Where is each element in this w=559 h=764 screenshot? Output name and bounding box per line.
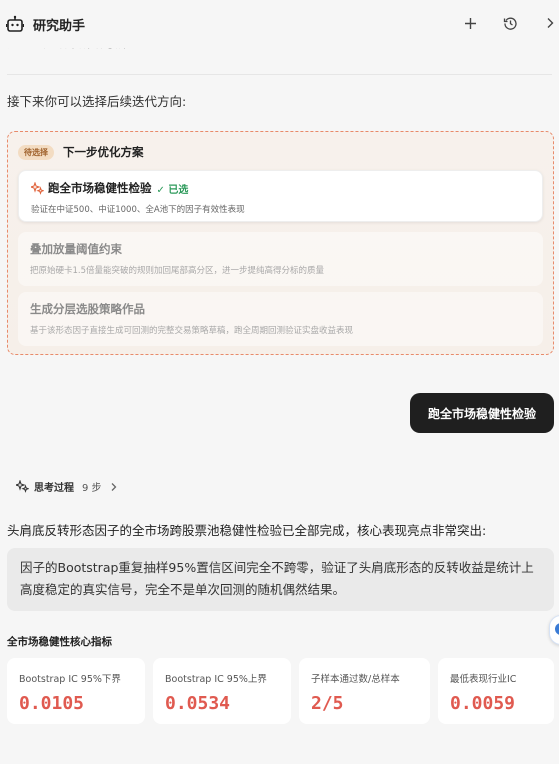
option-card[interactable]: 生成分层选股策略作品 基于该形态因子直接生成可回测的完整交易策略草稿，跑全周期回… — [18, 292, 543, 346]
metric-label: 最低表现行业IC — [450, 674, 517, 685]
user-message-bubble: 跑全市场稳健性检验 — [410, 393, 554, 433]
metrics-title: 全市场稳健性核心指标 — [7, 636, 112, 648]
metric-card: 子样本通过数/总样本 2/5 — [299, 658, 430, 724]
sparkle-icon — [31, 181, 44, 195]
sparkle-icon — [16, 480, 29, 493]
plus-icon — [464, 17, 476, 29]
thinking-steps: 9 步 — [82, 483, 102, 494]
chevron-right-icon — [547, 18, 554, 28]
divider — [7, 74, 552, 75]
metric-label: Bootstrap IC 95%上界 — [165, 674, 267, 685]
collapse-panel-button[interactable] — [539, 12, 559, 34]
metric-card: Bootstrap IC 95%上界 0.0534 — [153, 658, 291, 724]
metric-card: Bootstrap IC 95%下界 0.0105 — [7, 658, 145, 724]
thinking-label: 思考过程 — [34, 483, 74, 494]
option-card-selected[interactable]: 跑全市场稳健性检验 ✓ 已选 验证在中证500、中证1000、全A池下的因子有效… — [18, 170, 543, 222]
header: 研究助手 — [0, 0, 559, 48]
metric-value: 0.0105 — [19, 693, 85, 714]
metric-card: 最低表现行业IC 0.0059 — [438, 658, 554, 724]
option-desc: 验证在中证500、中证1000、全A池下的因子有效性表现 — [31, 205, 245, 215]
metric-value: 0.0534 — [165, 693, 231, 714]
metric-value: 2/5 — [311, 693, 344, 714]
new-chat-button[interactable] — [459, 12, 481, 34]
floating-assistant-button[interactable] — [549, 615, 559, 645]
highlight-quote: 因子的Bootstrap重复抽样95%置信区间完全不跨零，验证了头肩底形态的反转… — [7, 548, 554, 611]
thinking-process-toggle[interactable]: 思考过程 9 步 — [16, 479, 118, 494]
options-panel: 待选择 下一步优化方案 跑全市场稳健性检验 ✓ 已选 验证在中证500、中证10… — [7, 131, 554, 355]
option-card[interactable]: 叠加放量阈值约束 把原始硬卡1.5倍量能突破的规则加回尾部高分区，进一步提纯高得… — [18, 232, 543, 286]
intro-text: 接下来你可以选择后续迭代方向: — [7, 94, 187, 109]
options-header: 待选择 下一步优化方案 — [18, 144, 144, 160]
summary-text: 头肩底反转形态因子的全市场跨股票池稳健性检验已全部完成，核心表现亮点非常突出: — [7, 523, 487, 538]
option-name: 跑全市场稳健性检验 — [48, 181, 152, 195]
robot-icon — [6, 15, 24, 32]
metric-label: 子样本通过数/总样本 — [311, 674, 400, 685]
option-desc: 把原始硬卡1.5倍量能突破的规则加回尾部高分区，进一步提纯高得分标的质量 — [30, 266, 325, 276]
pending-badge: 待选择 — [18, 144, 54, 160]
metric-value: 0.0059 — [450, 693, 516, 714]
chevron-right-icon — [111, 482, 116, 491]
option-name: 叠加放量阈值约束 — [30, 242, 122, 256]
metric-label: Bootstrap IC 95%下界 — [19, 674, 121, 685]
options-title: 下一步优化方案 — [63, 145, 144, 159]
selected-check: ✓ 已选 — [156, 184, 189, 196]
app-title: 研究助手 — [33, 19, 86, 34]
history-icon — [503, 17, 517, 30]
option-desc: 基于该形态因子直接生成可回测的完整交易策略草稿，跑全周期回测验证实盘收益表现 — [30, 326, 354, 336]
history-button[interactable] — [499, 12, 521, 34]
option-name: 生成分层选股策略作品 — [30, 302, 145, 316]
